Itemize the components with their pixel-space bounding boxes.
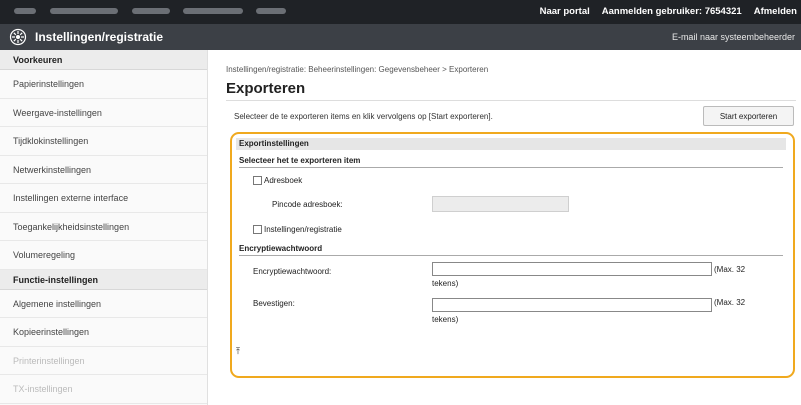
- blurred-text: [183, 8, 243, 14]
- subheading-divider: [239, 167, 783, 168]
- back-to-top-icon[interactable]: ⤒: [236, 346, 240, 357]
- sidebar-item-clock[interactable]: Tijdklokinstellingen: [0, 127, 207, 156]
- sidebar-item-printer[interactable]: Printerinstellingen: [0, 347, 207, 375]
- start-export-button[interactable]: Start exporteren: [703, 106, 794, 126]
- mail-admin-link[interactable]: E-mail naar systeembeheerder: [672, 32, 795, 42]
- enc-password-field[interactable]: [432, 262, 712, 276]
- sidebar-item-paper[interactable]: Papierinstellingen: [0, 70, 207, 99]
- subheading-divider: [239, 255, 783, 256]
- pin-input: [432, 196, 569, 212]
- breadcrumb[interactable]: Instellingen/registratie: Beheerinstelli…: [226, 65, 488, 74]
- enc-password-label: Encryptiewachtwoord:: [253, 267, 332, 276]
- login-user-text: Aanmelden gebruiker: 7654321: [601, 6, 742, 17]
- blurred-text: [132, 8, 170, 14]
- blurred-text: [256, 8, 286, 14]
- max-hint-wrap: tekens): [432, 279, 459, 288]
- sidebar-heading-preferences: Voorkeuren: [0, 50, 207, 70]
- confirm-password-field[interactable]: [432, 298, 712, 312]
- settings-option[interactable]: Instellingen/registratie: [253, 225, 342, 234]
- title-divider: [226, 100, 796, 101]
- sidebar-item-display[interactable]: Weergave-instellingen: [0, 99, 207, 127]
- encryption-heading: Encryptiewachtwoord: [239, 244, 323, 253]
- instruction-text: Selecteer de te exporteren items en klik…: [234, 112, 493, 121]
- addressbook-label: Adresboek: [264, 176, 303, 185]
- sidebar-item-general[interactable]: Algemene instellingen: [0, 290, 207, 318]
- addressbook-checkbox[interactable]: [253, 176, 262, 185]
- sidebar-item-tx[interactable]: TX-instellingen: [0, 375, 207, 404]
- top-bar: Naar portal Aanmelden gebruiker: 7654321…: [0, 0, 801, 24]
- addressbook-option[interactable]: Adresboek: [253, 176, 302, 185]
- page-title: Exporteren: [226, 80, 306, 97]
- title-bar: Instellingen/registratie E-mail naar sys…: [0, 24, 801, 50]
- settings-checkbox[interactable]: [253, 225, 262, 234]
- sidebar-item-accessibility[interactable]: Toegankelijkheidsinstellingen: [0, 213, 207, 241]
- confirm-label: Bevestigen:: [253, 299, 295, 308]
- sidebar-item-copy[interactable]: Kopieerinstellingen: [0, 318, 207, 347]
- blurred-text: [14, 8, 36, 14]
- select-item-heading: Selecteer het te exporteren item: [239, 156, 361, 165]
- max-hint: (Max. 32: [714, 298, 746, 307]
- max-hint-wrap: tekens): [432, 315, 459, 324]
- portal-link[interactable]: Naar portal: [540, 6, 590, 17]
- logout-link[interactable]: Afmelden: [754, 6, 797, 17]
- pin-label: Pincode adresboek:: [272, 200, 343, 209]
- settings-label: Instellingen/registratie: [264, 225, 342, 234]
- settings-logo-icon: [9, 28, 27, 46]
- sidebar: Voorkeuren Papierinstellingen Weergave-i…: [0, 50, 208, 405]
- sidebar-item-volume[interactable]: Volumeregeling: [0, 241, 207, 270]
- sidebar-heading-function: Functie-instellingen: [0, 269, 207, 290]
- section-heading: Exportinstellingen: [236, 138, 786, 150]
- blurred-text: [50, 8, 118, 14]
- sidebar-item-network[interactable]: Netwerkinstellingen: [0, 156, 207, 184]
- app-title: Instellingen/registratie: [35, 30, 164, 44]
- sidebar-item-external-interface[interactable]: Instellingen externe interface: [0, 184, 207, 213]
- max-hint: (Max. 32: [714, 265, 746, 274]
